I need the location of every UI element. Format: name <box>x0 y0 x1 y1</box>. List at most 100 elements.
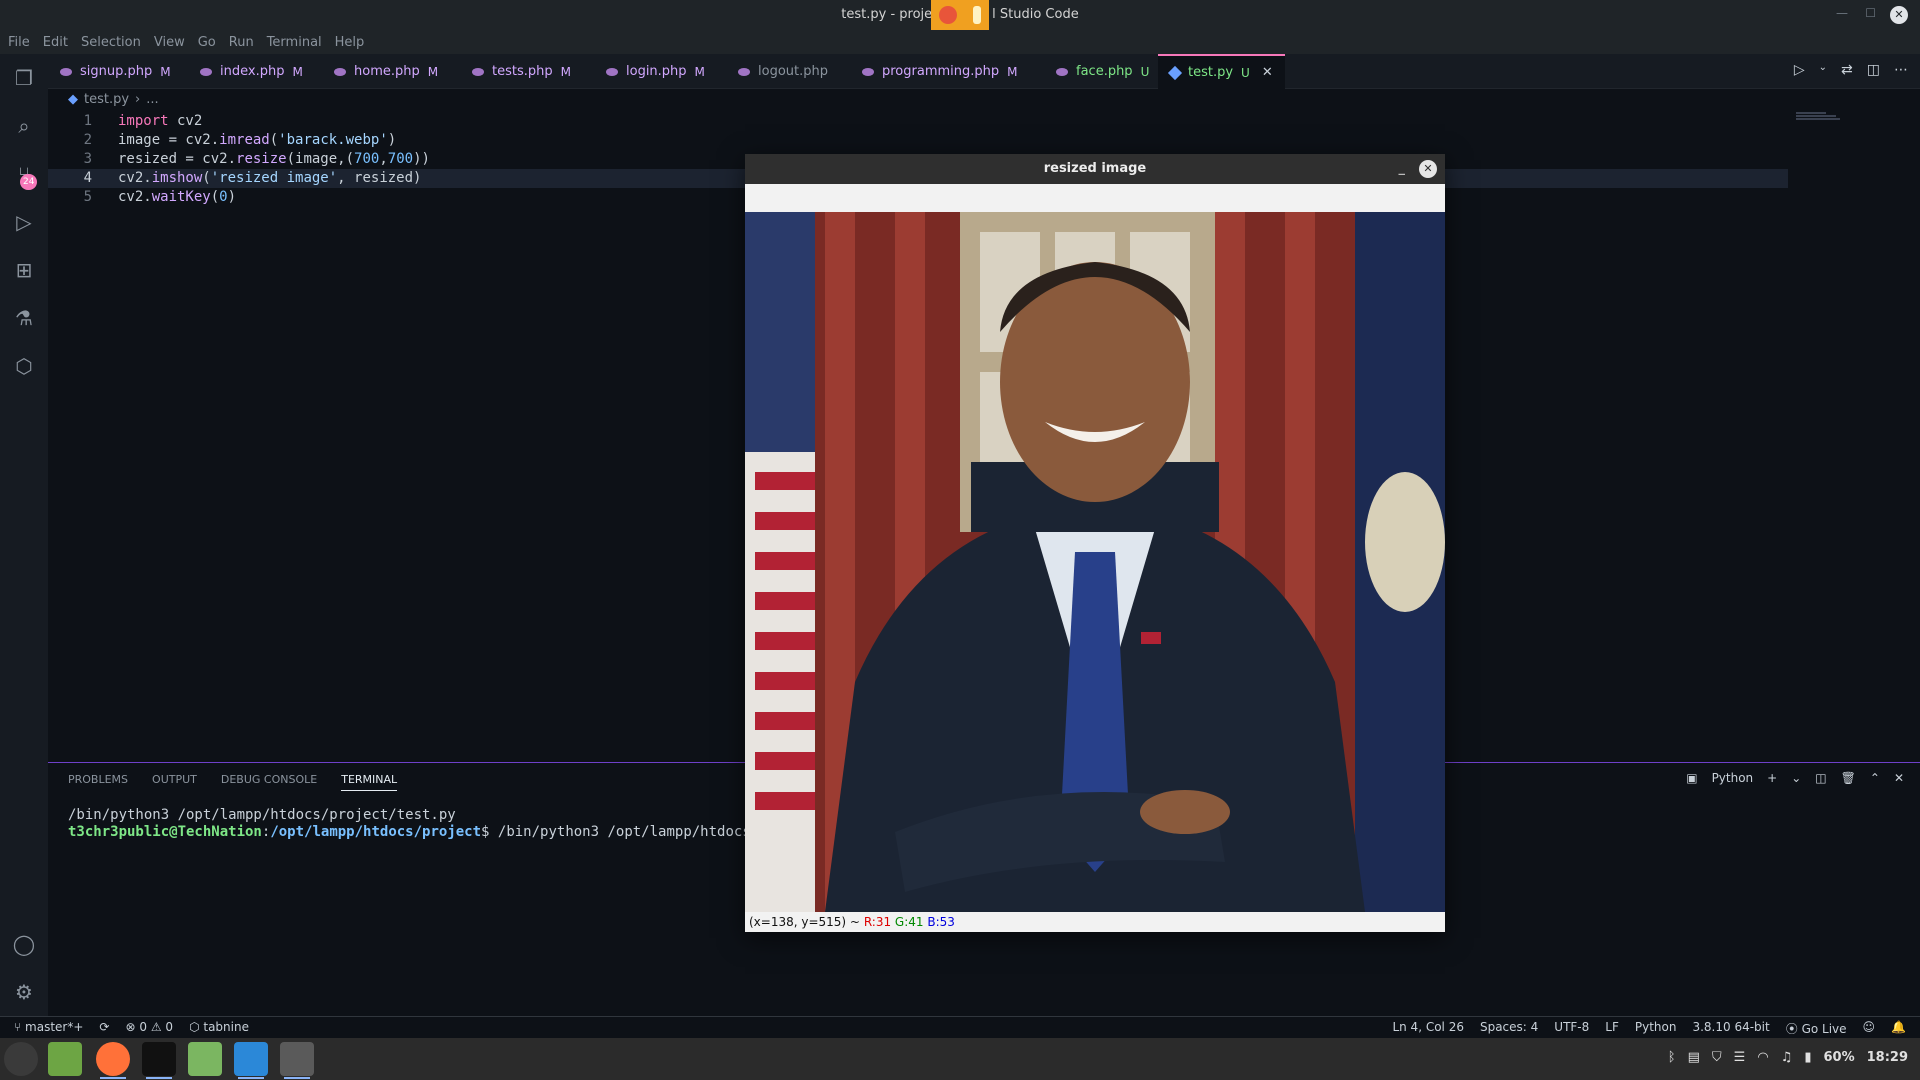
remote-explorer-icon[interactable]: ⬡ <box>10 352 38 380</box>
files-icon[interactable] <box>48 1042 82 1076</box>
code-token: ) <box>227 189 237 205</box>
tab-test-py[interactable]: test.py U ✕ <box>1158 54 1285 89</box>
terminal-output[interactable]: /bin/python3 /opt/lampp/htdocs/project/t… <box>68 807 784 841</box>
code-line[interactable]: 2 image = cv2.imread('barack.webp') <box>48 131 1788 150</box>
tab-debug-console[interactable]: DEBUG CONSOLE <box>221 773 317 791</box>
feedback-icon[interactable]: ☺ <box>1863 1020 1876 1037</box>
tab-face-php[interactable]: face.php U <box>1044 54 1161 89</box>
folder-icon[interactable] <box>188 1042 222 1076</box>
file-encoding[interactable]: UTF-8 <box>1554 1020 1589 1037</box>
tab-programming-php[interactable]: programming.php M <box>850 54 1030 89</box>
terminal-shell-name[interactable]: Python <box>1712 771 1754 785</box>
testing-icon[interactable]: ⚗ <box>10 304 38 332</box>
more-actions-icon[interactable]: ⋯ <box>1894 62 1908 78</box>
screen-share-indicator[interactable] <box>931 0 989 30</box>
split-editor-icon[interactable]: ◫ <box>1867 62 1880 78</box>
code-token: resized = cv2. <box>118 151 237 167</box>
tab-label: logout.php <box>758 64 828 79</box>
notes-icon[interactable]: ☰ <box>1734 1050 1746 1065</box>
settings-gear-icon[interactable]: ⚙ <box>10 978 38 1006</box>
line-number: 5 <box>83 189 92 205</box>
vscode-icon[interactable] <box>234 1042 268 1079</box>
code-line[interactable]: 1 import cv2 <box>48 112 1788 131</box>
menu-help[interactable]: Help <box>335 35 365 50</box>
clipboard-icon[interactable]: ▤ <box>1688 1050 1700 1065</box>
tab-tests-php[interactable]: tests.php M <box>460 54 583 89</box>
tab-problems[interactable]: PROBLEMS <box>68 773 128 791</box>
end-of-line[interactable]: LF <box>1605 1020 1619 1037</box>
menu-terminal[interactable]: Terminal <box>267 35 322 50</box>
tab-login-php[interactable]: login.php M <box>594 54 717 89</box>
account-icon[interactable]: ◯ <box>10 930 38 958</box>
sync-icon[interactable]: ⟳ <box>99 1020 109 1034</box>
go-live-button[interactable]: ⦿ Go Live <box>1786 1020 1847 1037</box>
menu-file[interactable]: File <box>8 35 30 50</box>
run-python-file-icon[interactable]: ▷ <box>1794 62 1805 78</box>
cv-window-title[interactable]: resized image _ ✕ <box>745 154 1445 184</box>
language-mode[interactable]: Python <box>1635 1020 1677 1037</box>
code-token: )) <box>413 151 430 167</box>
menu-run[interactable]: Run <box>229 35 254 50</box>
minimize-icon[interactable]: — <box>1836 6 1848 20</box>
breadcrumb-symbols[interactable]: ... <box>146 92 158 107</box>
extensions-icon[interactable]: ⊞ <box>10 256 38 284</box>
run-dropdown-icon[interactable]: ⌄ <box>1819 62 1827 78</box>
new-terminal-icon[interactable]: + <box>1767 771 1777 785</box>
terminal-line: /bin/python3 /opt/lampp/htdocs/project/t… <box>68 807 456 823</box>
tab-index-php[interactable]: index.php M <box>188 54 315 89</box>
explorer-icon[interactable]: ❐ <box>10 64 38 92</box>
breadcrumb-file[interactable]: test.py <box>84 92 129 107</box>
firefox-icon[interactable] <box>96 1042 130 1079</box>
menu-view[interactable]: View <box>154 35 185 50</box>
go-live-label: Go Live <box>1801 1022 1847 1036</box>
window-close-button[interactable]: ✕ <box>1890 6 1908 24</box>
trash-icon[interactable]: 🗑 <box>1841 771 1856 785</box>
cv-close-button[interactable]: ✕ <box>1419 160 1437 178</box>
tab-logout-php[interactable]: logout.php <box>726 54 840 89</box>
tab-close-icon[interactable]: ✕ <box>1262 65 1273 80</box>
opencv-image-window[interactable]: resized image _ ✕ (x=138, y=515) ~ R:31 … <box>745 154 1445 932</box>
number-literal: 700 <box>354 151 380 167</box>
chevron-down-icon[interactable]: ⌄ <box>1791 771 1801 785</box>
sound-icon[interactable]: ♫ <box>1781 1050 1793 1065</box>
search-icon[interactable]: ⌕ <box>10 112 38 140</box>
terminal-icon[interactable] <box>142 1042 176 1079</box>
maximize-panel-icon[interactable]: ⌃ <box>1870 771 1880 785</box>
code-token: ( <box>269 132 279 148</box>
bluetooth-icon[interactable]: ᛒ <box>1668 1050 1676 1065</box>
battery-icon[interactable]: ▮ <box>1804 1050 1811 1065</box>
run-debug-icon[interactable]: ▷ <box>10 208 38 236</box>
tab-terminal[interactable]: TERMINAL <box>341 773 398 791</box>
cursor-position[interactable]: Ln 4, Col 26 <box>1392 1020 1464 1037</box>
code-token: (image,( <box>286 151 355 167</box>
wifi-icon[interactable]: ◠ <box>1757 1050 1768 1065</box>
menu-go[interactable]: Go <box>198 35 216 50</box>
tab-signup-php[interactable]: signup.php M <box>48 54 183 89</box>
clock[interactable]: 18:29 <box>1867 1050 1908 1065</box>
menu-selection[interactable]: Selection <box>81 35 141 50</box>
opencv-window-icon[interactable] <box>280 1042 314 1079</box>
minimap[interactable] <box>1796 112 1906 124</box>
tab-output[interactable]: OUTPUT <box>152 773 197 791</box>
python-interpreter[interactable]: 3.8.10 64-bit <box>1692 1020 1769 1037</box>
tab-git-status: M <box>694 64 705 79</box>
python-file-icon: ◆ <box>68 92 78 107</box>
shield-icon[interactable]: ⛉ <box>1712 1050 1722 1065</box>
portrait-image[interactable] <box>745 212 1445 912</box>
notifications-bell-icon[interactable]: 🔔 <box>1891 1020 1906 1037</box>
minimize-icon[interactable]: _ <box>1399 154 1406 184</box>
close-panel-icon[interactable]: ✕ <box>1894 771 1904 785</box>
code-text: import cv2 <box>118 112 202 131</box>
open-changes-icon[interactable]: ⇄ <box>1841 62 1853 78</box>
git-branch[interactable]: ⑂ master*+ <box>14 1020 83 1034</box>
line-number: 2 <box>83 132 92 148</box>
mint-menu-icon[interactable] <box>4 1042 38 1076</box>
tabnine-status[interactable]: ⬡ tabnine <box>189 1020 249 1034</box>
maximize-icon[interactable]: ☐ <box>1865 6 1876 20</box>
tab-home-php[interactable]: home.php M <box>322 54 450 89</box>
split-terminal-icon[interactable]: ◫ <box>1815 771 1826 785</box>
menu-edit[interactable]: Edit <box>43 35 68 50</box>
portrait-illustration <box>745 212 1445 912</box>
indentation[interactable]: Spaces: 4 <box>1480 1020 1538 1037</box>
problems-status[interactable]: ⊗ 0 ⚠ 0 <box>125 1020 173 1034</box>
